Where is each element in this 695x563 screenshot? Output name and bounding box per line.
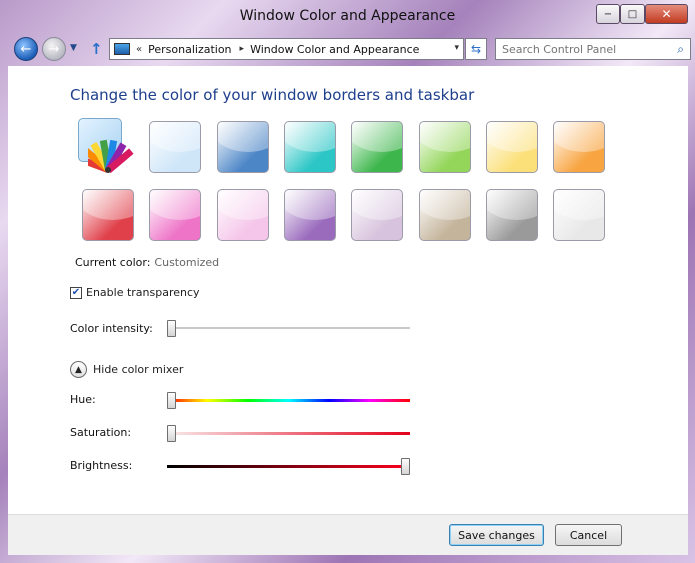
search-box[interactable]: ⌕ <box>495 38 691 60</box>
saturation-label: Saturation: <box>70 426 132 439</box>
maximize-button[interactable]: □ <box>620 4 645 24</box>
transparency-checkbox[interactable]: ✔ <box>70 286 82 299</box>
transparency-option[interactable]: ✔ Enable transparency <box>70 286 200 299</box>
intensity-label: Color intensity: <box>70 322 153 335</box>
address-overflow-icon[interactable]: « <box>136 44 142 55</box>
brightness-label: Brightness: <box>70 459 133 472</box>
swatch-sun[interactable] <box>486 121 538 173</box>
mixer-toggle[interactable]: ▲ Hide color mixer <box>70 361 183 378</box>
refresh-button[interactable]: ⇆ <box>465 38 487 60</box>
color-fan-icon <box>88 139 134 174</box>
mixer-toggle-label[interactable]: Hide color mixer <box>93 363 183 376</box>
intensity-slider[interactable] <box>167 320 410 337</box>
swatch-twilight[interactable] <box>217 121 269 173</box>
swatch-blush[interactable] <box>217 189 269 241</box>
swatch-sea[interactable] <box>284 121 336 173</box>
swatch-leaf[interactable] <box>351 121 403 173</box>
close-button[interactable]: ✕ <box>645 4 688 24</box>
cancel-button[interactable]: Cancel <box>555 524 622 546</box>
chevron-up-icon[interactable]: ▲ <box>70 361 87 378</box>
minimize-button[interactable]: − <box>596 4 620 24</box>
window-frame: Window Color and Appearance − □ ✕ ← → ▼ … <box>0 0 695 563</box>
swatch-customized[interactable] <box>78 118 134 174</box>
save-changes-button[interactable]: Save changes <box>449 524 544 546</box>
address-bar[interactable]: « Personalization ▸ Window Color and App… <box>109 38 464 60</box>
current-color: Current color: Customized <box>75 256 219 269</box>
saturation-slider[interactable] <box>167 425 410 442</box>
recent-pages-dropdown[interactable]: ▼ <box>70 43 77 53</box>
navigation-bar: ← → ▼ ↑ « Personalization ▸ Window Color… <box>8 36 691 64</box>
main-panel: Change the color of your window borders … <box>8 66 688 514</box>
breadcrumb-personalization[interactable]: Personalization <box>148 43 231 56</box>
swatch-lavender[interactable] <box>351 189 403 241</box>
swatch-violet[interactable] <box>284 189 336 241</box>
title-bar: Window Color and Appearance − □ ✕ <box>0 0 695 34</box>
intensity-track <box>167 327 410 329</box>
hue-label: Hue: <box>70 393 96 406</box>
current-color-label: Current color: <box>75 256 151 269</box>
swatch-taupe[interactable] <box>419 189 471 241</box>
hue-thumb[interactable] <box>167 392 176 409</box>
hue-slider[interactable] <box>167 392 410 409</box>
swatch-ruby[interactable] <box>82 189 134 241</box>
hue-track <box>167 399 410 402</box>
saturation-thumb[interactable] <box>167 425 176 442</box>
breadcrumb-window-color[interactable]: Window Color and Appearance <box>250 43 419 56</box>
swatch-sky[interactable] <box>149 121 201 173</box>
brightness-thumb[interactable] <box>401 458 410 475</box>
intensity-thumb[interactable] <box>167 320 176 337</box>
swatch-pumpkin[interactable] <box>553 121 605 173</box>
page-title: Change the color of your window borders … <box>70 86 475 104</box>
window-title: Window Color and Appearance <box>239 8 456 24</box>
address-dropdown-icon[interactable]: ▾ <box>454 43 459 53</box>
saturation-track <box>167 432 410 435</box>
breadcrumb-separator-icon[interactable]: ▸ <box>240 44 245 54</box>
up-button[interactable]: ↑ <box>90 40 103 58</box>
back-button[interactable]: ← <box>14 37 38 61</box>
swatch-lime[interactable] <box>419 121 471 173</box>
search-input[interactable] <box>502 42 672 56</box>
current-color-value: Customized <box>154 256 220 269</box>
swatch-frost[interactable] <box>553 189 605 241</box>
dialog-footer: Save changes Cancel <box>8 514 688 555</box>
brightness-slider[interactable] <box>167 458 410 475</box>
brightness-track <box>167 465 410 468</box>
swatch-chocolate[interactable] <box>486 189 538 241</box>
transparency-label[interactable]: Enable transparency <box>86 286 200 299</box>
forward-button[interactable]: → <box>42 37 66 61</box>
search-icon[interactable]: ⌕ <box>677 42 684 57</box>
control-panel-icon <box>114 43 130 55</box>
swatch-fuchsia[interactable] <box>149 189 201 241</box>
